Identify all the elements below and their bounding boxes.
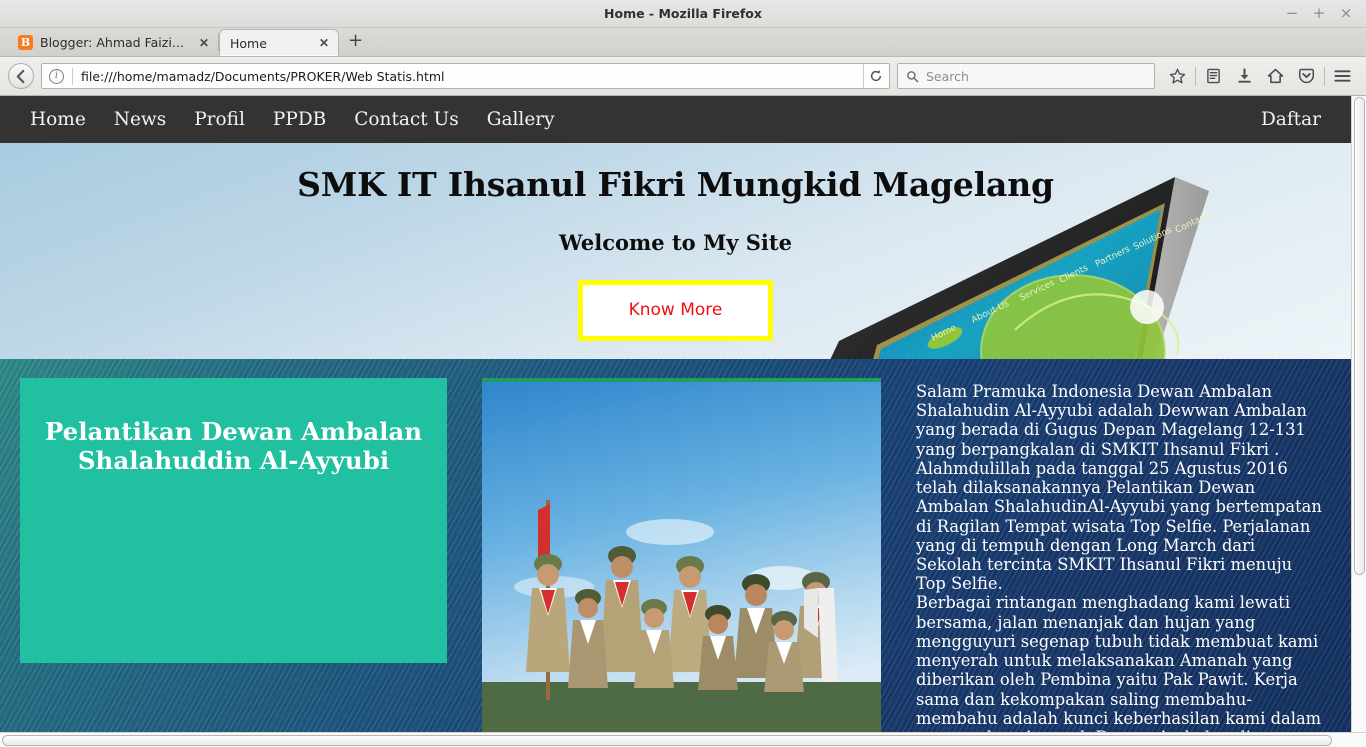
horizontal-scrollbar[interactable] <box>0 732 1366 747</box>
tab-bar: B Blogger: Ahmad Faizin | ... ✕ Home ✕ + <box>0 28 1366 57</box>
nav-item-daftar[interactable]: Daftar <box>1247 109 1335 130</box>
search-bar[interactable]: Search <box>897 63 1155 89</box>
hero-title: SMK IT Ihsanul Fikri Mungkid Magelang <box>297 165 1054 204</box>
event-card-title: Pelantikan Dewan Ambalan Shalahuddin Al-… <box>44 417 423 475</box>
scout-group-photo <box>482 378 881 732</box>
tab-close-icon[interactable]: ✕ <box>199 36 209 50</box>
toolbar-divider <box>1324 66 1325 86</box>
article-text: Salam Pramuka Indonesia Dewan Ambalan Sh… <box>916 378 1331 732</box>
window-controls: − + × <box>1285 5 1366 21</box>
bookmark-star-icon[interactable] <box>1162 61 1193 91</box>
nav-item-home[interactable]: Home <box>16 109 100 130</box>
article-paragraph: Salam Pramuka Indonesia Dewan Ambalan Sh… <box>916 382 1322 594</box>
nav-item-gallery[interactable]: Gallery <box>473 109 569 130</box>
article-paragraph: Berbagai rintangan menghadang kami lewat… <box>916 593 1322 732</box>
event-card: Pelantikan Dewan Ambalan Shalahuddin Al-… <box>20 378 447 663</box>
back-button[interactable] <box>8 63 34 89</box>
nav-item-ppdb[interactable]: PPDB <box>259 109 340 130</box>
toolbar-icons <box>1162 61 1358 91</box>
hero-section: Home About Us Services Clients Partners … <box>0 143 1351 359</box>
new-tab-button[interactable]: + <box>339 32 372 52</box>
site-navbar: Home News Profil PPDB Contact Us Gallery… <box>0 96 1351 143</box>
search-icon <box>907 70 919 82</box>
toolbar-divider <box>1195 66 1196 86</box>
know-more-button[interactable]: Know More <box>577 280 774 341</box>
content-row: Pelantikan Dewan Ambalan Shalahuddin Al-… <box>0 359 1351 732</box>
close-button[interactable]: × <box>1339 5 1353 21</box>
hero-subtitle: Welcome to My Site <box>559 230 792 255</box>
browser-toolbar: i file:///home/mamadz/Documents/PROKER/W… <box>0 57 1366 96</box>
library-icon[interactable] <box>1198 61 1229 91</box>
nav-item-news[interactable]: News <box>100 109 180 130</box>
menu-hamburger-icon[interactable] <box>1327 61 1358 91</box>
url-bar[interactable]: i file:///home/mamadz/Documents/PROKER/W… <box>41 63 890 89</box>
content-section: Pelantikan Dewan Ambalan Shalahuddin Al-… <box>0 359 1351 732</box>
blogger-favicon-icon: B <box>18 35 33 50</box>
home-icon[interactable] <box>1260 61 1291 91</box>
vertical-scrollbar[interactable] <box>1351 96 1366 732</box>
vertical-scrollbar-thumb[interactable] <box>1354 97 1365 575</box>
tab-blogger[interactable]: B Blogger: Ahmad Faizin | ... ✕ <box>8 29 218 56</box>
url-separator <box>72 67 73 85</box>
url-text[interactable]: file:///home/mamadz/Documents/PROKER/Web… <box>81 69 863 84</box>
search-input[interactable]: Search <box>926 69 969 84</box>
tab-home[interactable]: Home ✕ <box>219 29 339 56</box>
tab-label: Blogger: Ahmad Faizin | ... <box>40 35 189 50</box>
web-page: Home News Profil PPDB Contact Us Gallery… <box>0 96 1351 732</box>
hero-content: SMK IT Ihsanul Fikri Mungkid Magelang We… <box>0 143 1351 341</box>
window-titlebar: Home - Mozilla Firefox − + × <box>0 0 1366 28</box>
nav-item-contact-us[interactable]: Contact Us <box>340 109 472 130</box>
window-title: Home - Mozilla Firefox <box>604 6 762 21</box>
downloads-icon[interactable] <box>1229 61 1260 91</box>
browser-viewport: Home News Profil PPDB Contact Us Gallery… <box>0 96 1366 747</box>
nav-item-profil[interactable]: Profil <box>180 109 259 130</box>
reload-button[interactable] <box>863 64 887 88</box>
horizontal-scrollbar-thumb[interactable] <box>2 735 1332 746</box>
tab-close-icon[interactable]: ✕ <box>319 36 329 50</box>
pocket-icon[interactable] <box>1291 61 1322 91</box>
maximize-button[interactable]: + <box>1312 5 1326 21</box>
tab-label: Home <box>230 35 267 51</box>
minimize-button[interactable]: − <box>1285 5 1299 21</box>
site-info-icon[interactable]: i <box>49 68 64 84</box>
